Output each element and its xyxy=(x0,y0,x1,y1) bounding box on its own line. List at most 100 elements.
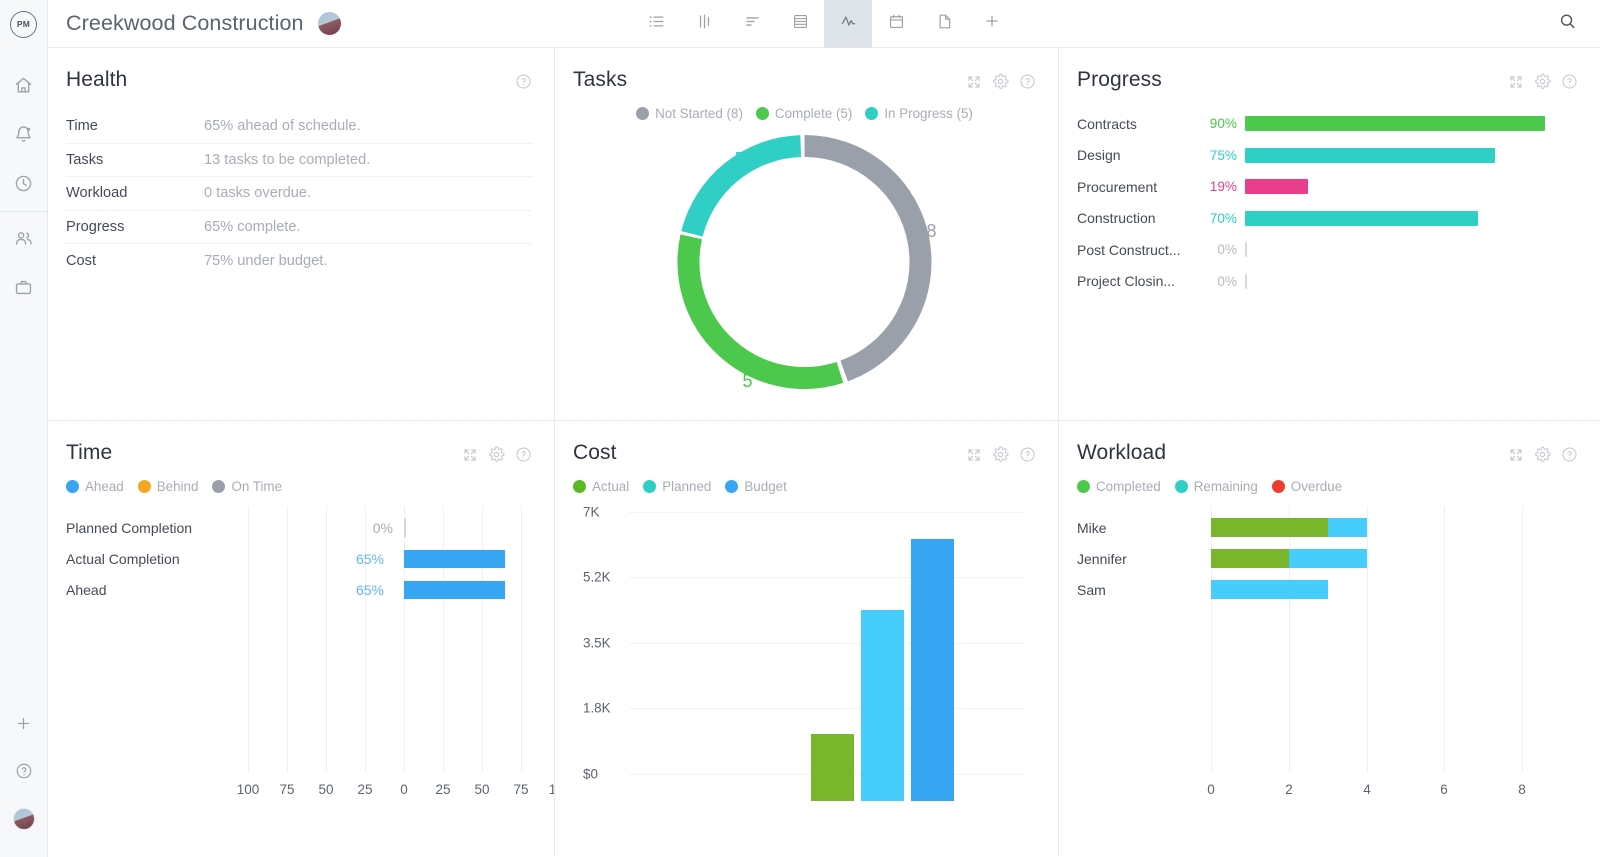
panel-workload: Workload Completed Remaining Overdue Mik… xyxy=(1059,421,1600,856)
progress-bar[interactable] xyxy=(1245,179,1309,195)
panel-progress: Progress Contracts 90% Design 75% Procur… xyxy=(1059,48,1600,420)
workload-seg-completed[interactable] xyxy=(1211,518,1328,537)
progress-list: Contracts 90% Design 75% Procurement 19% xyxy=(1077,108,1578,297)
time-bar[interactable] xyxy=(404,518,406,537)
workload-row: Mike xyxy=(1077,512,1578,543)
legend-swatch xyxy=(66,480,79,493)
panel-actions xyxy=(966,441,1036,463)
tab-gantt[interactable] xyxy=(728,0,776,48)
progress-label: Project Closin... xyxy=(1077,273,1176,290)
sheet-icon xyxy=(791,12,810,36)
donut-slice-not-started[interactable] xyxy=(804,135,932,382)
tab-add-view[interactable] xyxy=(968,0,1016,48)
tab-board[interactable] xyxy=(680,0,728,48)
health-value: 75% under budget. xyxy=(204,252,328,269)
progress-bar[interactable] xyxy=(1245,210,1479,226)
sidebar-item-home[interactable] xyxy=(0,61,48,110)
search-button[interactable] xyxy=(1550,7,1584,41)
cost-bar-budget[interactable] xyxy=(911,539,954,801)
tab-list[interactable] xyxy=(632,0,680,48)
panel-actions xyxy=(462,441,532,463)
panel-actions xyxy=(515,68,532,90)
legend-item[interactable]: Complete (5) xyxy=(755,106,852,121)
progress-row: Construction 70% xyxy=(1077,203,1578,235)
sidebar-item-team[interactable] xyxy=(0,214,48,263)
gear-icon[interactable] xyxy=(1534,446,1551,463)
panel-time: Time Ahead Behind On Time Planned Comple… xyxy=(48,421,554,856)
workload-legend: Completed Remaining Overdue xyxy=(1077,479,1578,494)
health-list: Time 65% ahead of schedule. Tasks 13 tas… xyxy=(66,110,532,278)
legend-label: Budget xyxy=(744,479,787,494)
expand-icon[interactable] xyxy=(1508,447,1524,463)
progress-percent: 75% xyxy=(1209,147,1237,163)
time-bar[interactable] xyxy=(404,580,505,599)
legend-item[interactable]: Behind xyxy=(137,479,198,494)
legend-item[interactable]: Remaining xyxy=(1174,479,1258,494)
help-icon[interactable] xyxy=(1019,446,1036,463)
workload-seg-remaining[interactable] xyxy=(1211,580,1328,599)
donut-slice-complete[interactable] xyxy=(677,234,844,389)
tab-pages[interactable] xyxy=(920,0,968,48)
workload-seg-remaining[interactable] xyxy=(1289,549,1367,568)
sidebar-user-avatar[interactable] xyxy=(0,795,48,843)
legend-item[interactable]: Ahead xyxy=(66,479,124,494)
sidebar-item-notifications[interactable] xyxy=(0,110,48,159)
cost-axis-tick: 3.5K xyxy=(583,635,611,651)
gear-icon[interactable] xyxy=(1534,73,1551,90)
axis-tick: 25 xyxy=(357,782,373,797)
help-icon[interactable] xyxy=(1019,73,1036,90)
top-bar: Creekwood Construction xyxy=(48,0,1600,48)
legend-item[interactable]: Completed xyxy=(1077,479,1161,494)
expand-icon[interactable] xyxy=(1508,74,1524,90)
sidebar-item-activity[interactable] xyxy=(0,159,48,208)
cost-bar-actual[interactable] xyxy=(811,734,854,801)
progress-track xyxy=(1245,116,1578,132)
legend-item[interactable]: Overdue xyxy=(1271,479,1342,494)
sidebar-add-button[interactable] xyxy=(0,699,48,747)
help-icon[interactable] xyxy=(515,446,532,463)
legend-item[interactable]: Budget xyxy=(725,479,787,494)
briefcase-icon xyxy=(14,278,33,297)
sidebar-help-button[interactable] xyxy=(0,747,48,795)
legend-label: In Progress (5) xyxy=(884,106,973,121)
workload-row: Sam xyxy=(1077,574,1578,605)
progress-bar[interactable] xyxy=(1245,273,1247,289)
gear-icon[interactable] xyxy=(488,446,505,463)
legend-item[interactable]: On Time xyxy=(212,479,282,494)
help-icon[interactable] xyxy=(1561,73,1578,90)
legend-swatch xyxy=(755,107,769,120)
progress-label: Post Construct... xyxy=(1077,241,1181,258)
legend-item[interactable]: Planned xyxy=(643,479,711,494)
calendar-icon xyxy=(887,12,906,36)
progress-bar[interactable] xyxy=(1245,242,1247,258)
app-logo[interactable]: PM xyxy=(0,0,47,48)
legend-label: Ahead xyxy=(85,479,124,494)
gear-icon[interactable] xyxy=(992,446,1009,463)
progress-track xyxy=(1245,242,1578,258)
expand-icon[interactable] xyxy=(966,74,982,90)
workload-track xyxy=(1211,549,1367,568)
gear-icon[interactable] xyxy=(992,73,1009,90)
panel-time-header: Time xyxy=(66,441,532,465)
tab-calendar[interactable] xyxy=(872,0,920,48)
legend-item[interactable]: Actual xyxy=(573,479,629,494)
legend-item[interactable]: In Progress (5) xyxy=(865,106,973,121)
donut-label-complete: 5 xyxy=(743,371,753,391)
tab-sheet[interactable] xyxy=(776,0,824,48)
legend-item[interactable]: Not Started (8) xyxy=(636,106,743,121)
time-bar[interactable] xyxy=(404,549,505,568)
progress-bar[interactable] xyxy=(1245,116,1545,132)
donut-slice-in-progress[interactable] xyxy=(681,135,802,237)
project-owner-avatar[interactable] xyxy=(317,12,341,35)
help-icon[interactable] xyxy=(1561,446,1578,463)
workload-seg-remaining[interactable] xyxy=(1328,518,1367,537)
progress-percent: 70% xyxy=(1209,210,1237,226)
expand-icon[interactable] xyxy=(966,447,982,463)
sidebar-item-portfolio[interactable] xyxy=(0,263,48,312)
workload-seg-completed[interactable] xyxy=(1211,549,1289,568)
expand-icon[interactable] xyxy=(462,447,478,463)
cost-bar-planned[interactable] xyxy=(861,610,904,801)
help-icon[interactable] xyxy=(515,73,532,90)
progress-bar[interactable] xyxy=(1245,147,1495,163)
tab-dashboard[interactable] xyxy=(824,0,872,48)
